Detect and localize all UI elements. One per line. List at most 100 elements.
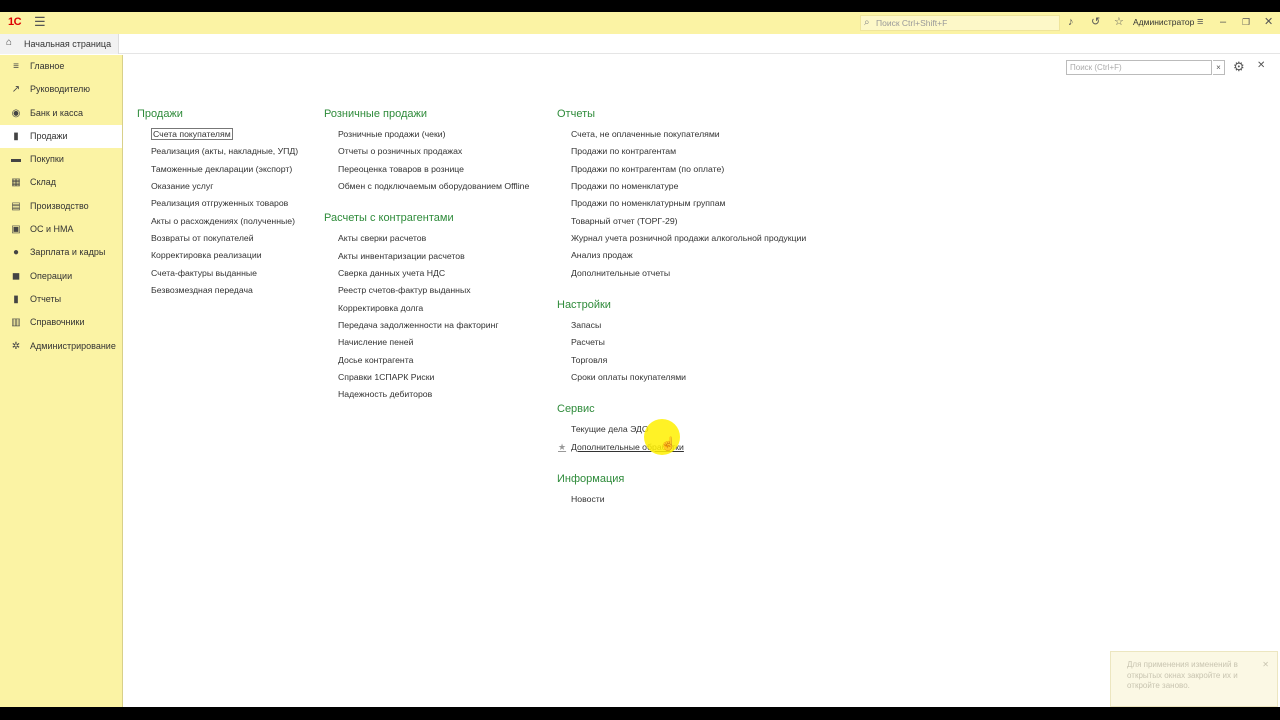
menu-link[interactable]: Розничные продажи (чеки) (324, 128, 529, 145)
menu-link[interactable]: Корректировка долга (324, 302, 529, 319)
menu-link[interactable]: Продажи по контрагентам (557, 145, 806, 162)
menu-link-label: Сверка данных учета НДС (338, 268, 446, 279)
menu-link[interactable]: Новости (557, 493, 806, 510)
menu-link[interactable]: Передача задолженности на факторинг (324, 319, 529, 336)
section-title: Информация (557, 473, 625, 486)
bell-icon[interactable]: ♪ (1068, 16, 1074, 28)
menu-link[interactable]: Справки 1СПАРК Риски (324, 371, 529, 388)
menu-link-label: Начисление пеней (338, 337, 414, 348)
sidebar-item[interactable]: ≡ Главное (0, 55, 122, 78)
menu-link-label: Отчеты о розничных продажах (338, 146, 463, 157)
minimize-icon[interactable]: – (1220, 16, 1226, 28)
menu-link-label: Реестр счетов-фактур выданных (338, 285, 471, 296)
star-icon[interactable]: ☆ (1114, 16, 1124, 28)
user-name[interactable]: Администратор (1133, 17, 1194, 27)
sidebar-item[interactable]: ✲ Администрирование (0, 335, 122, 358)
sidebar-item[interactable]: ▮ Продажи (0, 124, 122, 149)
main-menu-icon[interactable]: ☰ (34, 15, 48, 29)
menu-link[interactable]: Продажи по контрагентам (по оплате) (557, 163, 806, 180)
sidebar-item[interactable]: ▮ Отчеты (0, 288, 122, 311)
menu-link[interactable]: Возвраты от покупателей (137, 232, 298, 249)
sidebar-item[interactable]: ◉ Банк и касса (0, 102, 122, 125)
sidebar-item-label: ОС и НМА (30, 224, 74, 235)
menu-link[interactable]: Таможенные декларации (экспорт) (137, 163, 298, 180)
menu-link[interactable]: Сроки оплаты покупателями (557, 371, 806, 388)
sidebar-item[interactable]: ▬ Покупки (0, 148, 122, 171)
top-bar: 1С ☰ ⌕ Поиск Ctrl+Shift+F ♪ ↺ ☆ Админист… (0, 12, 1280, 34)
menu-link-label: Розничные продажи (чеки) (338, 129, 446, 139)
menu-link[interactable]: Отчеты о розничных продажах (324, 145, 529, 162)
sidebar-item[interactable]: ● Зарплата и кадры (0, 241, 122, 264)
global-search-input[interactable]: ⌕ Поиск Ctrl+Shift+F (860, 15, 1060, 31)
menu-link[interactable]: Текущие дела ЭДО (557, 423, 806, 440)
sidebar-item[interactable]: ◼ Операции (0, 265, 122, 288)
menu-link[interactable]: Счета, не оплаченные покупателями (557, 128, 806, 145)
menu-link-label: Акты инвентаризации расчетов (338, 250, 465, 261)
close-icon[interactable]: ✕ (1264, 16, 1273, 28)
notification-text: Для применения изменений в открытых окна… (1127, 660, 1238, 690)
close-panel-icon[interactable]: ✕ (1257, 60, 1265, 71)
menu-link[interactable]: Акты сверки расчетов (324, 232, 529, 249)
sidebar-item[interactable]: ▦ Склад (0, 171, 122, 194)
menu-link[interactable]: Анализ продаж (557, 249, 806, 266)
menu-link[interactable]: Безвозмездная передача (137, 284, 298, 301)
menu-link[interactable]: Расчеты (557, 336, 806, 353)
section-search-input[interactable]: Поиск (Ctrl+F) (1066, 60, 1212, 75)
favorite-star-icon[interactable]: ★ (558, 441, 566, 453)
menu-link[interactable]: ★ Дополнительные обработки (557, 441, 806, 458)
menu-link[interactable]: Оказание услуг (137, 180, 298, 197)
menu-link[interactable]: Переоценка товаров в рознице (324, 163, 529, 180)
menu-link-label: Передача задолженности на факторинг (338, 320, 499, 331)
operations-icon: ◼ (11, 270, 21, 282)
sidebar-item-label: Руководителю (30, 84, 91, 95)
menu-link[interactable]: Реализация отгруженных товаров (137, 197, 298, 214)
menu-link-label: Досье контрагента (338, 354, 414, 365)
menu-link[interactable]: Реализация (акты, накладные, УПД) (137, 145, 298, 162)
menu-link[interactable]: Обмен с подключаемым оборудованием Offli… (324, 180, 529, 197)
menu-link-label: Запасы (571, 320, 602, 331)
menu-link-label: Счета-фактуры выданные (151, 267, 257, 278)
menu-link[interactable]: Продажи по номенклатуре (557, 180, 806, 197)
bank-icon: ◉ (11, 107, 21, 119)
menu-link[interactable]: Реестр счетов-фактур выданных (324, 284, 529, 301)
restore-icon[interactable]: ❐ (1242, 16, 1250, 28)
menu-link[interactable]: Надежность дебиторов (324, 388, 529, 405)
menu-link-label: Счета, не оплаченные покупателями (571, 129, 720, 139)
sidebar-item-label: Склад (30, 177, 57, 188)
menu-link[interactable]: Начисление пеней (324, 336, 529, 353)
column-2: Розничные продажи Розничные продажи (чеки… (324, 107, 529, 406)
search-clear-icon[interactable]: × (1213, 60, 1225, 75)
menu-link-label: Справки 1СПАРК Риски (338, 372, 435, 383)
menu-link[interactable]: Счета покупателям (137, 128, 298, 145)
home-icon: ⌂ (6, 37, 13, 48)
history-icon[interactable]: ↺ (1091, 16, 1100, 28)
sidebar-item[interactable]: ▥ Справочники (0, 311, 122, 334)
tab-home[interactable]: ⌂ Начальная страница (0, 34, 119, 54)
menu-link[interactable]: Счета-фактуры выданные (137, 267, 298, 284)
menu-link[interactable]: Акты о расхождениях (полученные) (137, 215, 298, 232)
menu-link[interactable]: Продажи по номенклатурным группам (557, 197, 806, 214)
menu-link-label: Реализация отгруженных товаров (151, 198, 289, 209)
sidebar-item[interactable]: ▤ Производство (0, 195, 122, 218)
notification-close-icon[interactable]: ✕ (1262, 660, 1269, 671)
menu-link-label: Возвраты от покупателей (151, 233, 254, 244)
sidebar-item-label: Продажи (30, 130, 68, 141)
menu-link[interactable]: Дополнительные отчеты (557, 267, 806, 284)
menu-link[interactable]: Торговля (557, 354, 806, 371)
gear-icon[interactable]: ⚙ (1233, 59, 1245, 75)
menu-link[interactable]: Сверка данных учета НДС (324, 267, 529, 284)
menu-link[interactable]: Досье контрагента (324, 354, 529, 371)
menu-link[interactable]: Корректировка реализации (137, 249, 298, 266)
menu-link[interactable]: Журнал учета розничной продажи алкогольн… (557, 232, 806, 249)
settings-menu-icon[interactable]: ≡ (1197, 16, 1203, 28)
menu-link-label: Продажи по номенклатуре (571, 181, 679, 192)
menu-link-label: Акты сверки расчетов (338, 233, 427, 244)
menu-link-label: Продажи по контрагентам (571, 146, 677, 157)
menu-link[interactable]: Акты инвентаризации расчетов (324, 250, 529, 267)
sidebar-item[interactable]: ↗ Руководителю (0, 78, 122, 101)
sidebar-item[interactable]: ▣ ОС и НМА (0, 218, 122, 241)
menu-link[interactable]: Запасы (557, 319, 806, 336)
menu-link[interactable]: Товарный отчет (ТОРГ-29) (557, 215, 806, 232)
